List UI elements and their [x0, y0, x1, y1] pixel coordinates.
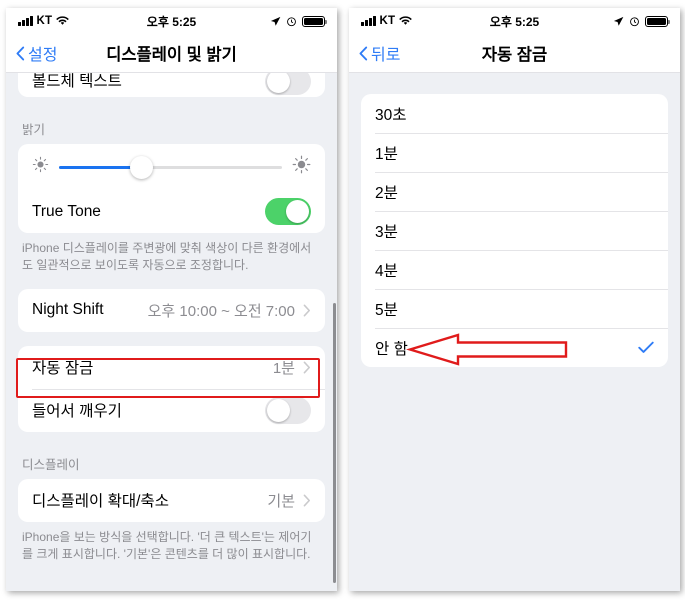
- row-auto-lock[interactable]: 자동 잠금 1분: [18, 346, 325, 389]
- alarm-clock-icon: [286, 16, 297, 27]
- row-label-raise-to-wake: 들어서 깨우기: [32, 403, 122, 421]
- brightness-slider-row[interactable]: [18, 144, 325, 190]
- nav-bar-left: 설정 디스플레이 및 밝기: [6, 34, 337, 73]
- vertical-scrollbar[interactable]: [333, 303, 336, 583]
- option-label: 30초: [375, 106, 407, 124]
- carrier-label: KT: [379, 15, 396, 27]
- section-header-display: 디스플레이: [22, 457, 80, 472]
- row-value-night-shift: 오후 10:00 ~ 오전 7:00: [147, 302, 295, 320]
- wifi-icon: [56, 16, 70, 26]
- alarm-clock-icon: [629, 16, 640, 27]
- location-arrow-icon: [270, 16, 281, 27]
- auto-lock-group: 자동 잠금 1분 들어서 깨우기: [18, 345, 325, 432]
- brightness-track[interactable]: [59, 155, 282, 179]
- chevron-right-icon: [303, 494, 311, 507]
- back-button-previous[interactable]: 뒤로: [359, 41, 400, 65]
- row-label-night-shift: Night Shift: [32, 301, 104, 319]
- back-button-settings[interactable]: 설정: [16, 41, 57, 65]
- chevron-left-icon: [359, 46, 368, 61]
- auto-lock-options-group: 30초 1분 2분 3분 4분 5분 안 함: [361, 94, 668, 367]
- row-accessory: [265, 396, 311, 424]
- option-row-30s[interactable]: 30초: [361, 94, 668, 133]
- row-accessory: 오후 10:00 ~ 오전 7:00: [148, 300, 311, 321]
- toggle-true-tone[interactable]: [265, 198, 311, 225]
- option-label: 3분: [375, 223, 398, 241]
- auto-lock-options-area: 30초 1분 2분 3분 4분 5분 안 함: [349, 73, 680, 591]
- signal-bars-icon: [18, 16, 33, 26]
- status-left-cluster: KT: [18, 15, 70, 27]
- battery-icon: [302, 15, 328, 27]
- row-display-zoom[interactable]: 디스플레이 확대/축소 기본: [18, 479, 325, 522]
- row-label-bold-text: 볼드체 텍스트: [32, 73, 122, 90]
- option-row-3m[interactable]: 3분: [361, 211, 668, 250]
- signal-bars-icon: [361, 16, 376, 26]
- option-label: 4분: [375, 262, 398, 280]
- row-accessory: 1분: [273, 357, 311, 378]
- status-bar-left: KT 오후 5:25: [6, 8, 337, 34]
- right-phone-screen: KT 오후 5:25 뒤로 자동 잠금 30초 1분 2분 3분 4분 5분 안…: [349, 8, 680, 591]
- display-zoom-group: 디스플레이 확대/축소 기본: [18, 478, 325, 522]
- carrier-label: KT: [36, 15, 53, 27]
- row-label-auto-lock: 자동 잠금: [32, 360, 94, 378]
- option-row-5m[interactable]: 5분: [361, 289, 668, 328]
- toggle-raise-to-wake[interactable]: [265, 396, 311, 424]
- sun-small-icon: [32, 156, 49, 178]
- chevron-left-icon: [16, 46, 25, 61]
- toggle-bold-text[interactable]: [265, 73, 311, 95]
- sun-large-icon: [292, 155, 311, 179]
- footnote-true-tone: iPhone 디스플레이를 주변광에 맞춰 색상이 다른 환경에서도 일관적으로…: [22, 241, 312, 273]
- bold-text-group: 볼드체 텍스트: [18, 73, 325, 97]
- section-header-brightness: 밝기: [22, 123, 46, 137]
- option-row-never[interactable]: 안 함: [361, 328, 668, 367]
- row-accessory: [638, 341, 654, 354]
- row-accessory: [265, 73, 311, 95]
- back-button-label: 설정: [28, 47, 58, 64]
- left-phone-screen: KT 오후 5:25 설정 디스플레이 및 밝기 볼드체 텍스트 밝기 True…: [6, 8, 337, 591]
- option-row-1m[interactable]: 1분: [361, 133, 668, 172]
- location-arrow-icon: [613, 16, 624, 27]
- battery-icon: [645, 15, 671, 27]
- row-bold-text[interactable]: 볼드체 텍스트: [18, 73, 325, 97]
- row-label-true-tone: True Tone: [32, 202, 101, 220]
- nav-bar-right: 뒤로 자동 잠금: [349, 34, 680, 73]
- chevron-right-icon: [303, 304, 311, 317]
- option-row-4m[interactable]: 4분: [361, 250, 668, 289]
- row-accessory: 기본: [267, 490, 311, 511]
- row-accessory: [265, 198, 311, 225]
- row-true-tone[interactable]: True Tone: [18, 190, 325, 233]
- status-left-cluster: KT: [361, 15, 413, 27]
- option-label: 안 함: [375, 340, 408, 358]
- option-label: 1분: [375, 145, 398, 163]
- status-bar-right: KT 오후 5:25: [349, 8, 680, 34]
- wifi-icon: [399, 16, 413, 26]
- night-shift-group: Night Shift 오후 10:00 ~ 오전 7:00: [18, 288, 325, 332]
- settings-scroll-area-left[interactable]: 볼드체 텍스트 밝기 True Tone iPhone 디스플레이를 주변광에 …: [6, 73, 337, 591]
- row-label-display-zoom: 디스플레이 확대/축소: [32, 493, 169, 511]
- footnote-display-zoom: iPhone을 보는 방식을 선택합니다. '더 큰 텍스트'는 제어기를 크게…: [22, 529, 312, 562]
- option-row-2m[interactable]: 2분: [361, 172, 668, 211]
- brightness-thumb[interactable]: [130, 155, 153, 179]
- row-night-shift[interactable]: Night Shift 오후 10:00 ~ 오전 7:00: [18, 289, 325, 332]
- option-label: 5분: [375, 301, 398, 319]
- row-value-auto-lock: 1분: [272, 359, 295, 377]
- back-button-label: 뒤로: [371, 47, 401, 64]
- screenshot-stage: KT 오후 5:25 설정 디스플레이 및 밝기 볼드체 텍스트 밝기 True…: [0, 0, 685, 600]
- status-right-cluster: [613, 15, 671, 27]
- checkmark-icon: [638, 341, 654, 354]
- brightness-group: True Tone: [18, 144, 325, 233]
- row-value-display-zoom: 기본: [267, 492, 295, 510]
- chevron-right-icon: [303, 361, 311, 374]
- status-right-cluster: [270, 15, 328, 27]
- row-raise-to-wake[interactable]: 들어서 깨우기: [18, 388, 325, 432]
- option-label: 2분: [375, 184, 398, 202]
